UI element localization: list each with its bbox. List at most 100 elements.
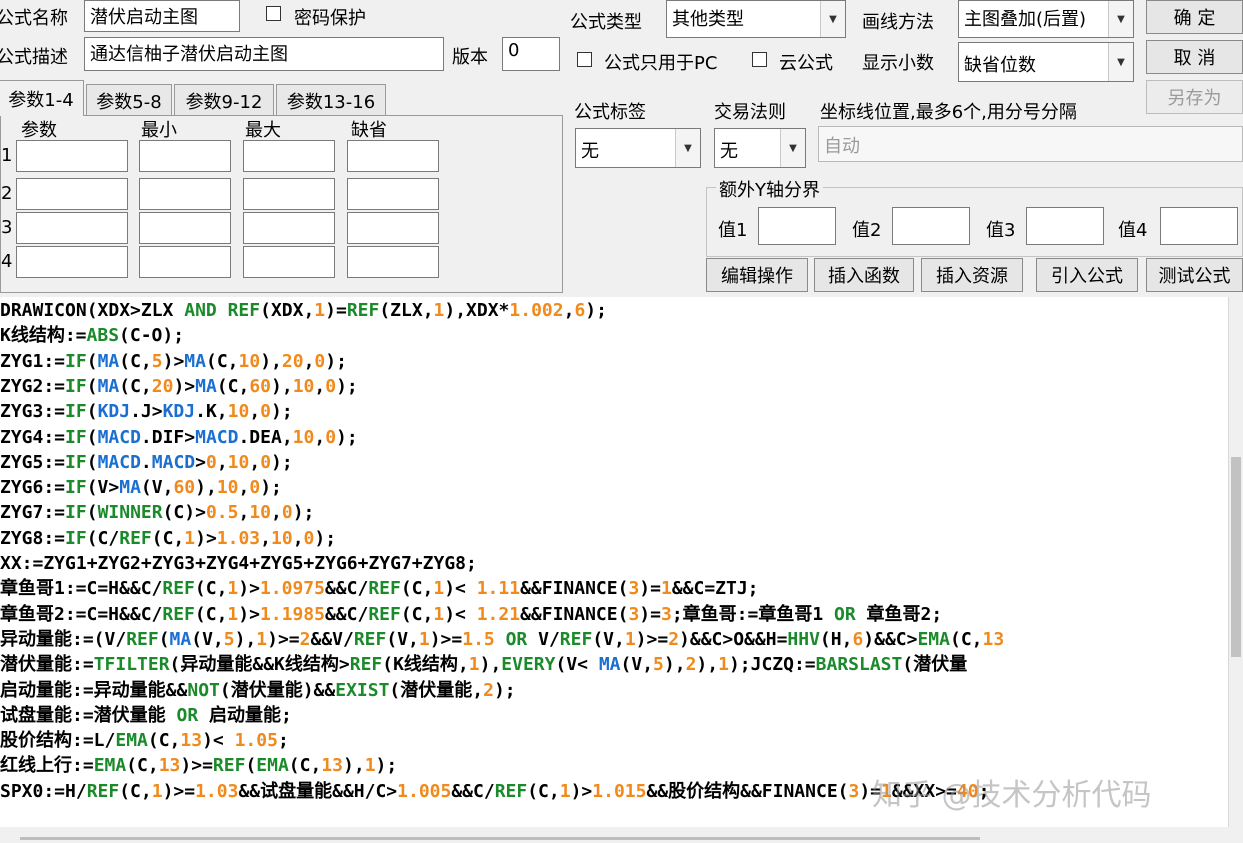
code-line[interactable]: ZYG8:=IF(C/REF(C,1)>1.03,10,0); [0, 526, 336, 552]
yaxis-value-1-input[interactable] [758, 207, 836, 245]
param-1-max[interactable] [243, 140, 335, 172]
code-line[interactable]: 红线上行:=EMA(C,13)>=REF(EMA(C,13),1); [0, 753, 397, 779]
decimals-select[interactable]: 缺省位数 ▼ [958, 42, 1134, 82]
code-line[interactable]: 股价结构:=L/EMA(C,13)< 1.05; [0, 728, 289, 754]
code-line[interactable]: ZYG2:=IF(MA(C,20)>MA(C,60),10,0); [0, 374, 358, 400]
param-4-default[interactable] [347, 246, 439, 278]
param-1-name[interactable] [16, 140, 128, 172]
code-token: 13 [158, 755, 181, 777]
code-line[interactable]: DRAWICON(XDX>ZLX AND REF(XDX,1)=REF(ZLX,… [0, 298, 607, 324]
formula-tag-label: 公式标签 [574, 102, 646, 123]
scrollbar-thumb[interactable] [20, 837, 980, 840]
chevron-down-icon[interactable]: ▼ [820, 1, 845, 37]
ok-button[interactable]: 确 定 [1146, 0, 1243, 34]
save-as-button[interactable]: 另存为 [1146, 80, 1243, 114]
code-token: 10 [292, 426, 315, 448]
code-token: 1 [468, 654, 480, 676]
cloud-formula-checkbox[interactable] [752, 52, 767, 67]
formula-type-select[interactable]: 其他类型 ▼ [666, 0, 846, 38]
code-token: 6 [574, 300, 586, 321]
param-3-default[interactable] [347, 212, 439, 244]
chevron-down-icon[interactable]: ▼ [1108, 43, 1133, 81]
code-line[interactable]: XX:=ZYG1+ZYG2+ZYG3+ZYG4+ZYG5+ZYG6+ZYG7+Z… [0, 551, 477, 577]
code-token: MA [598, 654, 621, 676]
import-formula-button[interactable]: 引入公式 [1036, 258, 1138, 292]
code-token: MA [97, 375, 120, 397]
vertical-scrollbar[interactable] [1228, 297, 1243, 827]
trade-rule-select[interactable]: 无 ▼ [714, 128, 806, 168]
test-formula-button[interactable]: 测试公式 [1146, 258, 1243, 292]
code-token: 1 [227, 603, 239, 625]
chevron-down-icon[interactable]: ▼ [780, 129, 805, 167]
param-1-default[interactable] [347, 140, 439, 172]
param-4-min[interactable] [139, 246, 231, 278]
param-4-max[interactable] [243, 246, 335, 278]
code-line[interactable]: ZYG1:=IF(MA(C,5)>MA(C,10),20,0); [0, 349, 347, 375]
code-token: , [563, 300, 575, 321]
yaxis-value-4-input[interactable] [1160, 207, 1238, 245]
version-input[interactable]: 0 [502, 37, 560, 71]
code-line[interactable]: 章鱼哥2:=C=H&&C/REF(C,1)>1.1985&&C/REF(C,1)… [0, 602, 942, 628]
code-line[interactable]: ZYG3:=IF(KDJ.J>KDJ.K,10,0); [0, 399, 293, 425]
code-line[interactable]: 试盘量能:=潜伏量能 OR 启动量能; [0, 703, 292, 729]
trade-rule-value: 无 [720, 141, 738, 162]
chevron-down-icon[interactable]: ▼ [675, 129, 700, 167]
code-token: ;章鱼哥:=章鱼哥1 [671, 603, 835, 625]
axis-position-input[interactable]: 自动 [818, 126, 1243, 162]
password-checkbox[interactable] [266, 6, 281, 21]
param-3-min[interactable] [139, 212, 231, 244]
code-line[interactable]: 章鱼哥1:=C=H&&C/REF(C,1)>1.0975&&C/REF(C,1)… [0, 576, 759, 602]
code-token: ABS [86, 325, 120, 347]
param-2-max[interactable] [243, 178, 335, 210]
param-2-name[interactable] [16, 178, 128, 210]
code-line[interactable]: ZYG4:=IF(MACD.DIF>MACD.DEA,10,0); [0, 425, 358, 451]
param-3-name[interactable] [16, 212, 128, 244]
code-line[interactable]: SPX0:=H/REF(C,1)>=1.03&&试盘量能&&H/C>1.005&… [0, 779, 989, 805]
formula-tag-select[interactable]: 无 ▼ [575, 128, 701, 168]
code-token: 5 [223, 628, 235, 650]
code-token: (C, [216, 375, 250, 397]
draw-method-select[interactable]: 主图叠加(后置) ▼ [958, 0, 1134, 38]
code-line[interactable]: ZYG5:=IF(MACD.MACD>0,10,0); [0, 450, 293, 476]
code-line[interactable]: K线结构:=ABS(C-O); [0, 323, 184, 349]
code-token: (C)> [162, 502, 206, 524]
code-line[interactable]: 潜伏量能:=TFILTER(异动量能&&K线结构>REF(K线结构,1),EVE… [0, 652, 967, 678]
code-token: , [303, 350, 315, 372]
code-token: REF [162, 578, 195, 600]
chevron-down-icon[interactable]: ▼ [1108, 1, 1133, 37]
code-line[interactable]: 启动量能:=异动量能&&NOT(潜伏量能)&&EXIST(潜伏量能,2); [0, 678, 516, 704]
axis-position-label: 坐标线位置,最多6个,用分号分隔 [820, 102, 1077, 123]
insert-function-button[interactable]: 插入函数 [814, 258, 914, 292]
insert-resource-button[interactable]: 插入资源 [921, 258, 1023, 292]
edit-operations-button[interactable]: 编辑操作 [706, 258, 808, 292]
code-line[interactable]: ZYG7:=IF(WINNER(C)>0.5,10,0); [0, 500, 314, 526]
formula-code-editor[interactable]: DRAWICON(XDX>ZLX AND REF(XDX,1)=REF(ZLX,… [0, 297, 1228, 827]
code-line[interactable]: ZYG6:=IF(V>MA(V,60),10,0); [0, 475, 282, 501]
param-1-min[interactable] [139, 140, 231, 172]
code-token: &&FINANCE( [520, 578, 629, 600]
formula-name-input[interactable]: 潜伏启动主图 [84, 0, 240, 32]
horizontal-scrollbar[interactable] [0, 827, 1243, 843]
code-token: EMA [115, 730, 148, 752]
code-token: ZYG1:= [0, 350, 66, 372]
param-4-name[interactable] [16, 246, 128, 278]
cancel-button[interactable]: 取 消 [1146, 40, 1243, 74]
tab-params-1-4[interactable]: 参数1-4 [0, 80, 84, 116]
tab-params-13-16[interactable]: 参数13-16 [276, 84, 386, 116]
param-2-default[interactable] [347, 178, 439, 210]
param-2-min[interactable] [139, 178, 231, 210]
code-token: 2 [483, 679, 494, 701]
code-token: ZYG4:= [0, 426, 66, 448]
yaxis-value-3-input[interactable] [1026, 207, 1104, 245]
pc-only-label: 公式只用于PC [604, 53, 718, 74]
param-3-max[interactable] [243, 212, 335, 244]
tab-params-9-12[interactable]: 参数9-12 [174, 84, 274, 116]
yaxis-value-2-input[interactable] [892, 207, 970, 245]
code-line[interactable]: 异动量能:=(V/REF(MA(V,5),1)>=2&&V/REF(V,1)>=… [0, 627, 1004, 653]
scrollbar-thumb[interactable] [1231, 457, 1241, 657]
pc-only-checkbox[interactable] [577, 52, 592, 67]
tab-params-5-8[interactable]: 参数5-8 [86, 84, 172, 116]
param-row-label: 3 [1, 217, 13, 238]
formula-desc-input[interactable]: 通达信柚子潜伏启动主图 [84, 37, 444, 71]
watermark: 知乎 @技术分析代码 [872, 778, 1152, 813]
